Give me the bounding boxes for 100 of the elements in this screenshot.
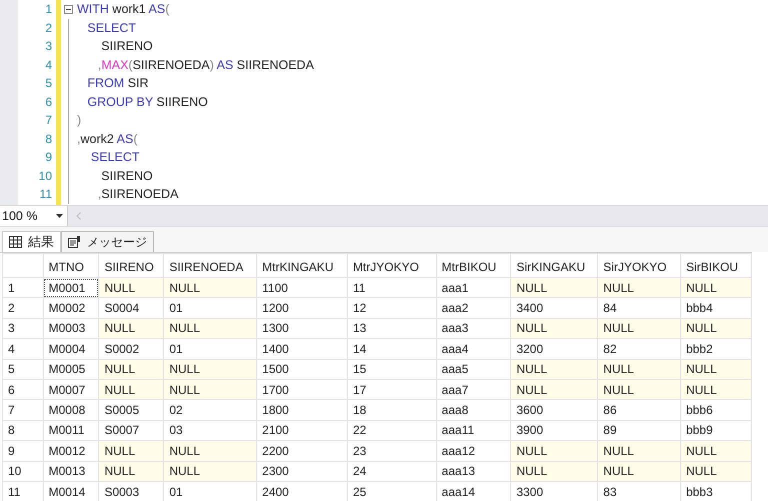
- row-number[interactable]: 6: [2, 379, 44, 400]
- line-number: 6: [45, 94, 52, 110]
- table-cell: 2200: [256, 440, 348, 462]
- table-cell: NULL: [510, 278, 598, 298]
- table-cell: M0011: [43, 420, 99, 441]
- dropdown-arrow-icon: [56, 214, 63, 218]
- table-cell: 15: [347, 359, 436, 380]
- table-cell: NULL: [164, 440, 257, 462]
- table-cell: NULL: [98, 440, 164, 462]
- table-cell: bbb2: [680, 338, 752, 360]
- table-cell: 3200: [510, 338, 598, 360]
- table-cell: NULL: [680, 461, 752, 482]
- line-number: 4: [45, 56, 52, 74]
- table-cell: 11: [347, 278, 436, 298]
- table-cell: aaa4: [436, 338, 511, 360]
- code-line: FROM SIR: [86, 75, 149, 92]
- table-cell: S0002: [98, 338, 164, 360]
- table-cell: 82: [598, 338, 681, 360]
- code-line: SELECT: [90, 149, 140, 166]
- table-cell: 22: [347, 420, 436, 441]
- table-cell: 1100: [256, 278, 348, 298]
- table-cell: M0002: [43, 298, 99, 318]
- zoom-dropdown[interactable]: 100 %: [0, 206, 68, 226]
- table-cell: NULL: [98, 461, 164, 482]
- row-number[interactable]: 2: [2, 298, 44, 318]
- code-line: GROUP BY SIIRENO: [86, 94, 208, 110]
- table-cell: 14: [347, 338, 436, 360]
- table-cell: 1500: [256, 359, 348, 380]
- table-cell: aaa7: [436, 379, 511, 400]
- table-cell: aaa8: [436, 400, 511, 420]
- messages-tab[interactable]: メッセージ: [61, 231, 154, 252]
- table-cell: NULL: [98, 318, 164, 339]
- table-cell: NULL: [164, 318, 257, 339]
- row-number[interactable]: 3: [2, 318, 44, 339]
- table-cell: 1700: [256, 379, 348, 400]
- table-cell: NULL: [598, 359, 681, 380]
- line-number: 2: [45, 20, 52, 36]
- table-cell: M0004: [43, 338, 99, 360]
- row-number[interactable]: 10: [2, 461, 44, 482]
- row-number[interactable]: 7: [2, 400, 44, 420]
- table-cell: NULL: [510, 359, 598, 380]
- grid-icon: [9, 236, 22, 248]
- line-number: 7: [45, 112, 52, 129]
- table-cell: NULL: [680, 318, 752, 339]
- table-cell: aaa1: [436, 278, 511, 298]
- table-cell: 2100: [256, 420, 348, 441]
- table-cell: 13: [347, 318, 436, 339]
- table-cell: NULL: [98, 278, 164, 298]
- code-line: SIIRENO: [100, 168, 153, 184]
- table-cell: 84: [598, 298, 681, 318]
- row-number[interactable]: 5: [2, 359, 44, 380]
- table-cell: aaa12: [436, 440, 511, 462]
- table-cell: 01: [164, 298, 257, 318]
- table-cell: 12: [347, 298, 436, 318]
- table-cell: M0008: [43, 400, 99, 420]
- line-number: 8: [45, 130, 52, 148]
- code-line: SELECT: [86, 20, 136, 36]
- row-number[interactable]: 9: [2, 440, 44, 462]
- table-cell: M0001: [43, 278, 99, 298]
- table-cell: 01: [164, 338, 257, 360]
- code-line: ): [76, 112, 82, 129]
- table-cell: NULL: [98, 359, 164, 380]
- table-cell: NULL: [510, 440, 598, 462]
- table-cell: 1800: [256, 400, 348, 420]
- row-number[interactable]: 11: [2, 481, 44, 501]
- table-cell: 3600: [510, 400, 598, 420]
- table-cell: 23: [347, 440, 436, 462]
- table-cell: 17: [347, 379, 436, 400]
- table-cell: NULL: [510, 461, 598, 482]
- column-header[interactable]: MtrBIKOU: [436, 254, 511, 278]
- column-header[interactable]: MtrJYOKYO: [347, 254, 436, 278]
- table-cell: NULL: [598, 440, 681, 462]
- row-number[interactable]: 4: [2, 338, 44, 360]
- table-cell: bbb4: [680, 298, 752, 318]
- row-number[interactable]: 1: [2, 278, 44, 298]
- table-cell: NULL: [598, 278, 681, 298]
- table-cell: NULL: [510, 379, 598, 400]
- table-cell: NULL: [680, 278, 752, 298]
- code-line: ,work2 AS(: [76, 130, 138, 148]
- document-icon: [68, 236, 81, 248]
- table-cell: 18: [347, 400, 436, 420]
- code-line: WITH work1 AS(: [76, 1, 170, 18]
- table-cell: aaa11: [436, 420, 511, 441]
- column-header[interactable]: MTNO: [43, 254, 99, 278]
- code-line: SIIRENO: [100, 38, 153, 55]
- line-number: 3: [45, 38, 52, 55]
- code-line: ,MAX(SIIRENOEDA) AS SIIRENOEDA: [96, 56, 314, 74]
- table-cell: NULL: [98, 379, 164, 400]
- table-cell: NULL: [680, 359, 752, 380]
- table-cell: S0004: [98, 298, 164, 318]
- row-number[interactable]: 8: [2, 420, 44, 441]
- table-cell: NULL: [598, 318, 681, 339]
- collapse-icon[interactable]: [64, 4, 72, 14]
- table-cell: NULL: [598, 379, 681, 400]
- results-tab[interactable]: 結果: [2, 231, 61, 252]
- table-cell: 24: [347, 461, 436, 482]
- column-header[interactable]: MtrKINGAKU: [256, 254, 348, 278]
- table-cell: NULL: [164, 278, 257, 298]
- table-cell: 1400: [256, 338, 348, 360]
- table-cell: aaa5: [436, 359, 511, 380]
